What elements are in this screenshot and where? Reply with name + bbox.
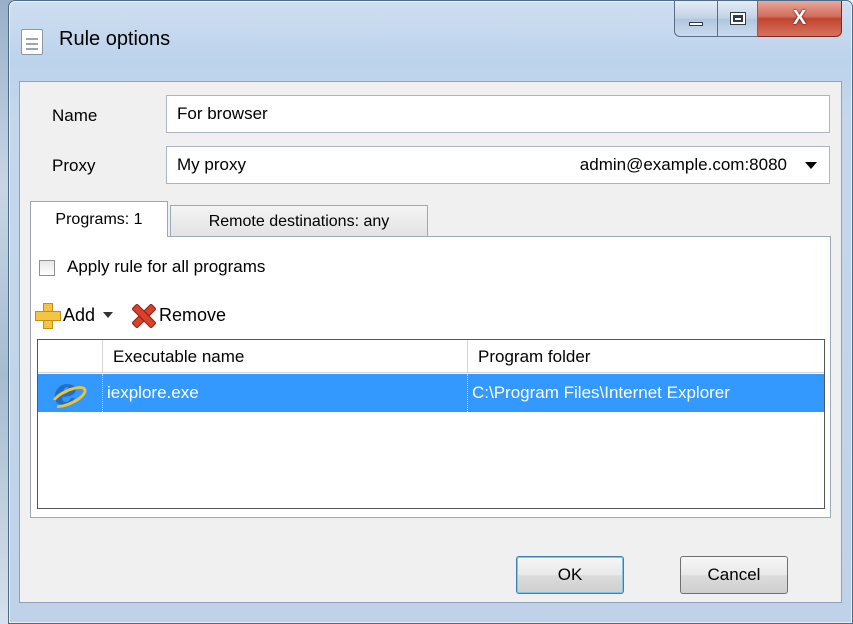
close-button[interactable]: X (758, 1, 842, 37)
apply-all-label[interactable]: Apply rule for all programs (67, 257, 265, 277)
name-field[interactable]: For browser (166, 95, 830, 133)
programs-toolbar: Add Remove (35, 298, 236, 332)
apply-all-checkbox[interactable] (39, 260, 55, 276)
remove-x-icon (129, 302, 155, 328)
plus-icon (35, 303, 61, 329)
internet-explorer-icon (52, 371, 80, 413)
window-title: Rule options (59, 28, 171, 50)
add-label: Add (63, 304, 96, 325)
maximize-button[interactable] (718, 1, 758, 37)
cancel-button[interactable]: Cancel (680, 556, 788, 594)
name-value: For browser (177, 104, 268, 123)
maximize-icon (729, 12, 746, 25)
tab-programs-label: Programs: 1 (55, 210, 143, 228)
tab-remote-destinations-label: Remote destinations: any (208, 212, 390, 230)
window-controls: X (674, 1, 842, 37)
dialog-client-area: Name For browser Proxy My proxy admin@ex… (19, 81, 842, 603)
folder-cell: C:\Program Files\Internet Explorer (472, 383, 730, 402)
chevron-down-icon[interactable] (805, 161, 817, 169)
grid-header: Executable name Program folder (38, 340, 824, 373)
programs-grid[interactable]: Executable name Program folder iexplore.… (37, 339, 825, 509)
document-icon (21, 29, 43, 55)
add-button[interactable]: Add (35, 303, 114, 329)
tab-remote-destinations[interactable]: Remote destinations: any (170, 205, 428, 237)
proxy-label: Proxy (52, 156, 96, 175)
title-bar[interactable]: Rule options X (9, 1, 852, 83)
minimize-button[interactable] (674, 1, 718, 37)
remove-label: Remove (159, 304, 227, 325)
close-icon: X (792, 7, 807, 29)
rule-options-window: Rule options X Name For browser Proxy My… (8, 0, 853, 624)
table-row[interactable]: iexplore.exe C:\Program Files\Internet E… (38, 371, 824, 413)
ok-button[interactable]: OK (516, 556, 624, 594)
remove-button[interactable]: Remove (123, 302, 226, 328)
column-header-executable[interactable]: Executable name (103, 340, 468, 373)
row-icon-cell (38, 371, 103, 413)
dropdown-caret-icon (103, 312, 114, 318)
tab-programs[interactable]: Programs: 1 (30, 201, 168, 237)
programs-tab-panel: Apply rule for all programs Add Remove E… (30, 236, 831, 518)
proxy-select[interactable]: My proxy admin@example.com:8080 (166, 146, 830, 184)
proxy-name: My proxy (177, 155, 246, 174)
executable-cell: iexplore.exe (103, 374, 468, 412)
proxy-host: admin@example.com:8080 (579, 155, 787, 174)
column-header-folder[interactable]: Program folder (468, 340, 824, 373)
column-header-icon[interactable] (38, 340, 103, 373)
minimize-icon (689, 21, 703, 26)
name-label: Name (52, 106, 98, 125)
